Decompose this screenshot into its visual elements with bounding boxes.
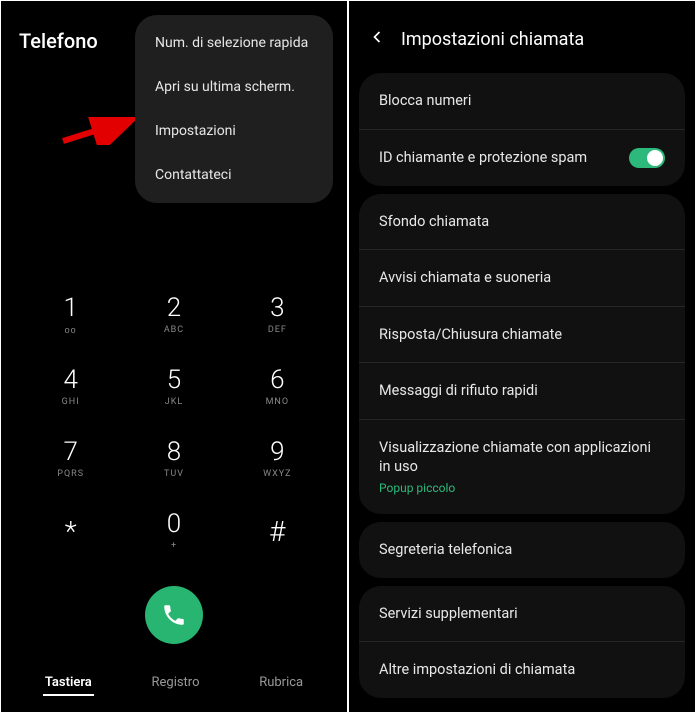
bottom-tabs: Tastiera Registro Rubrica — [1, 671, 347, 696]
tab-log[interactable]: Registro — [149, 671, 201, 696]
phone-icon — [161, 602, 187, 628]
key-0[interactable]: 0+ — [122, 495, 225, 567]
tab-contacts[interactable]: Rubrica — [257, 671, 305, 696]
item-block-numbers[interactable]: Blocca numeri — [359, 73, 685, 130]
key-7[interactable]: 7PQRS — [19, 423, 122, 495]
phone-dialer-screen: Telefono Num. di selezione rapida Apri s… — [1, 1, 347, 712]
item-answer-end[interactable]: Risposta/Chiusura chiamate — [359, 307, 685, 364]
settings-group-1: Blocca numeri ID chiamante e protezione … — [359, 73, 685, 186]
menu-contact-us[interactable]: Contattateci — [135, 153, 333, 197]
key-star[interactable]: * — [19, 495, 122, 567]
key-4[interactable]: 4GHI — [19, 351, 122, 423]
privacy-section-label: Privacy — [349, 706, 695, 712]
settings-group-3: Segreteria telefonica — [359, 522, 685, 578]
dial-keypad: 1ᴏᴏ 2ABC 3DEF 4GHI 5JKL 6MNO 7PQRS 8TUV … — [1, 279, 347, 567]
page-title: Impostazioni chiamata — [401, 29, 584, 50]
settings-header: Impostazioni chiamata — [349, 1, 695, 65]
call-settings-screen: Impostazioni chiamata Blocca numeri ID c… — [349, 1, 695, 712]
call-button[interactable] — [145, 586, 203, 644]
settings-group-4: Servizi supplementari Altre impostazioni… — [359, 586, 685, 698]
item-caller-id-spam[interactable]: ID chiamante e protezione spam — [359, 130, 685, 186]
item-alerts-ringtone[interactable]: Avvisi chiamata e suoneria — [359, 250, 685, 307]
settings-group-2: Sfondo chiamata Avvisi chiamata e suoner… — [359, 194, 685, 515]
item-quick-reject[interactable]: Messaggi di rifiuto rapidi — [359, 363, 685, 420]
key-9[interactable]: 9WXYZ — [226, 423, 329, 495]
menu-last-screen[interactable]: Apri su ultima scherm. — [135, 65, 333, 109]
menu-speed-dial[interactable]: Num. di selezione rapida — [135, 21, 333, 65]
item-subtext: Popup piccolo — [379, 480, 655, 496]
toggle-caller-id[interactable] — [629, 148, 665, 168]
item-call-display-apps[interactable]: Visualizzazione chiamate con applicazion… — [359, 420, 685, 514]
key-5[interactable]: 5JKL — [122, 351, 225, 423]
item-call-background[interactable]: Sfondo chiamata — [359, 194, 685, 251]
key-2[interactable]: 2ABC — [122, 279, 225, 351]
key-hash[interactable]: # — [226, 495, 329, 567]
key-3[interactable]: 3DEF — [226, 279, 329, 351]
overflow-menu: Num. di selezione rapida Apri su ultima … — [135, 15, 333, 203]
back-icon[interactable] — [367, 27, 387, 51]
key-6[interactable]: 6MNO — [226, 351, 329, 423]
item-other-settings[interactable]: Altre impostazioni di chiamata — [359, 642, 685, 698]
menu-settings[interactable]: Impostazioni — [135, 109, 333, 153]
item-voicemail[interactable]: Segreteria telefonica — [359, 522, 685, 578]
key-8[interactable]: 8TUV — [122, 423, 225, 495]
key-1[interactable]: 1ᴏᴏ — [19, 279, 122, 351]
item-supplementary[interactable]: Servizi supplementari — [359, 586, 685, 643]
tab-keypad[interactable]: Tastiera — [43, 671, 94, 696]
annotation-arrow — [61, 117, 139, 149]
